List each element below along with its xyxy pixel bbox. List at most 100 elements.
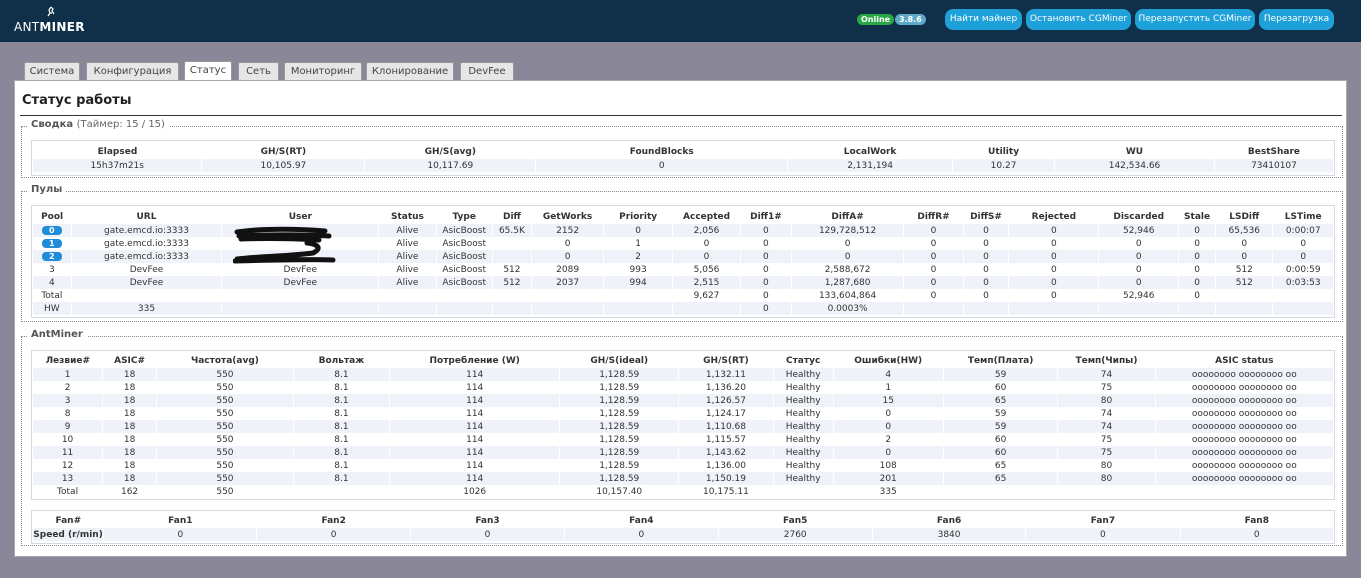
restart-cgminer-button[interactable]: Перезапустить CGMiner xyxy=(1135,9,1255,30)
redacted-user-scribble xyxy=(233,226,336,264)
reboot-button[interactable]: Перезагрузка xyxy=(1259,9,1334,30)
pool-row-cell: 0 xyxy=(1098,276,1180,289)
pool-row-cell: HW xyxy=(33,302,72,315)
pool-row-cell: gate.emcd.io:3333 xyxy=(71,224,223,237)
chain-row-cell: 80 xyxy=(1057,459,1156,472)
summary-header-cell: GH/S(RT) xyxy=(260,147,307,157)
chain-row-cell: 8.1 xyxy=(293,446,391,459)
chain-row-cell: 1,128.59 xyxy=(559,407,680,420)
pool-row-cell: 0 xyxy=(672,237,741,250)
chain-row-cell: 60 xyxy=(943,433,1059,446)
pool-row-cell: 5,056 xyxy=(672,263,741,276)
pool-row-cell: 994 xyxy=(603,276,674,289)
pool-row-cell xyxy=(1272,289,1334,302)
pool-row-cell: 4 xyxy=(33,276,72,289)
pool-row-cell: 2089 xyxy=(531,263,605,276)
fans-header-cell: Fan3 xyxy=(475,516,500,526)
chain-row-cell: 8.1 xyxy=(293,472,391,485)
pool-row-cell: 0 xyxy=(531,250,605,263)
pool-row-cell: 1,287,680 xyxy=(791,276,905,289)
pool-row-cell: 0 xyxy=(740,302,792,315)
antminer-logo[interactable]: ANTMINER xyxy=(14,6,85,36)
pool-row-cell: AsicBoost xyxy=(436,263,493,276)
chains-header-cell: ASIC# xyxy=(114,356,146,366)
pool-row-cell: 0 xyxy=(903,237,964,250)
chain-row-cell: Healthy xyxy=(773,368,834,381)
pool-row-cell: 1 xyxy=(603,237,674,250)
chain-row-cell: 335 xyxy=(833,485,944,498)
pool-number-badge: 0 xyxy=(41,225,62,235)
logo-mark-icon xyxy=(47,6,55,17)
pool-row-cell: 0 xyxy=(1008,224,1100,237)
pool-row-cell: 0 xyxy=(740,263,792,276)
pool-row-cell: 65,536 xyxy=(1215,224,1274,237)
fans-header-cell: Fan4 xyxy=(629,516,654,526)
pool-row-cell: 512 xyxy=(1215,276,1274,289)
pools-header-cell: User xyxy=(288,212,312,222)
stop-cgminer-button[interactable]: Остановить CGMiner xyxy=(1026,9,1131,30)
chain-row-cell: 1,126.57 xyxy=(678,394,774,407)
pool-row-cell: 512 xyxy=(1215,263,1274,276)
chain-row-cell: 1,128.59 xyxy=(559,446,680,459)
tab-cloning[interactable]: Клонирование xyxy=(366,62,454,80)
pool-row: 0 gate.emcd.io:3333 Alive AsicBoost 65.5K 215… xyxy=(33,224,1334,237)
pool-row: 2 gate.emcd.io:3333 Alive AsicBoost 0 2 0 0 0 0 0 0… xyxy=(33,250,1334,263)
tab-system[interactable]: Система xyxy=(24,62,80,80)
chain-row: 8 18 550 8.1 114 1,128.59 1,124.17 Healthy 0 59 74… xyxy=(33,407,1335,420)
tab-network[interactable]: Сеть xyxy=(238,62,279,80)
summary-row-cell: 10.27 xyxy=(952,159,1056,172)
pool-row-cell xyxy=(436,289,493,302)
pool-row-cell: 0 xyxy=(1008,263,1100,276)
pool-row-cell: 0 xyxy=(1008,237,1100,250)
pool-row-cell: 0 xyxy=(903,276,964,289)
pool-row-cell: 2152 xyxy=(531,224,605,237)
version-badge: 3.8.6 xyxy=(895,14,926,25)
pools-header-cell: Diff1# xyxy=(750,212,782,222)
fans-table-box: Fan# Fan1 Fan2 Fan3 Fan4 Fan5 Fan6 Fan7 Fan8 Spee… xyxy=(31,510,1335,544)
chain-row-cell: 4 xyxy=(833,368,944,381)
chains-header-cell: Темп(Плата) xyxy=(967,356,1034,366)
pool-row-cell xyxy=(492,237,533,250)
fan-speed-row-cell: 2760 xyxy=(718,528,873,541)
chain-row-cell: oooooooo oooooooo oo xyxy=(1155,368,1335,381)
pool-row-cell xyxy=(531,289,605,302)
status-panel: Статус работы Сводка (Таймер: 15 / 15) E… xyxy=(14,80,1347,557)
pools-header-cell: Stale xyxy=(1184,212,1211,222)
pool-row-cell: 0 xyxy=(1272,237,1334,250)
summary-row-cell: 0 xyxy=(535,159,789,172)
chain-row-cell: 114 xyxy=(389,394,561,407)
chain-row-cell: 74 xyxy=(1057,420,1156,433)
pool-row-cell: 0 xyxy=(963,289,1010,302)
chain-row: 9 18 550 8.1 114 1,128.59 1,110.68 Healthy 0 59 74… xyxy=(33,420,1335,433)
tab-devfee[interactable]: DevFee xyxy=(460,62,514,80)
chain-row-cell: Healthy xyxy=(773,472,834,485)
pools-header-cell: GetWorks xyxy=(542,212,593,222)
tab-monitoring[interactable]: Мониторинг xyxy=(284,62,362,80)
summary-row-cell: 10,105.97 xyxy=(201,159,366,172)
chain-row-cell: 2 xyxy=(833,433,944,446)
pool-row-cell: DevFee xyxy=(221,263,380,276)
chain-row-cell: 1,110.68 xyxy=(678,420,774,433)
tab-configuration[interactable]: Конфигурация xyxy=(86,62,179,80)
chain-row-cell: 3 xyxy=(33,394,104,407)
chain-row-cell: 65 xyxy=(943,459,1059,472)
pool-row-cell: 993 xyxy=(603,263,674,276)
pool-row-cell xyxy=(963,302,1010,315)
chain-row-cell: Healthy xyxy=(773,381,834,394)
pool-row: 4 DevFee DevFee Alive AsicBoost 512 2037 994 2,5… xyxy=(33,276,1334,289)
chain-row-cell: 114 xyxy=(389,407,561,420)
tab-status[interactable]: Статус xyxy=(184,61,232,81)
pool-row-cell xyxy=(221,302,380,315)
pool-row-cell: 0 xyxy=(1215,250,1274,263)
chain-row-cell xyxy=(1057,485,1156,498)
pool-row-cell: AsicBoost xyxy=(436,250,493,263)
logo-text: ANTMINER xyxy=(14,20,85,34)
pool-number-badge: 1 xyxy=(41,238,62,248)
pool-row-cell: AsicBoost xyxy=(436,224,493,237)
fan-speed-row-cell: 0 xyxy=(1025,528,1181,541)
chain-row-cell: 2 xyxy=(33,381,104,394)
chains-header-cell: Статус xyxy=(785,356,821,366)
find-miner-button[interactable]: Найти майнер xyxy=(945,9,1022,30)
chain-row: 3 18 550 8.1 114 1,128.59 1,126.57 Healthy 15 65 8… xyxy=(33,394,1335,407)
pool-row-cell: 2 xyxy=(33,250,72,263)
